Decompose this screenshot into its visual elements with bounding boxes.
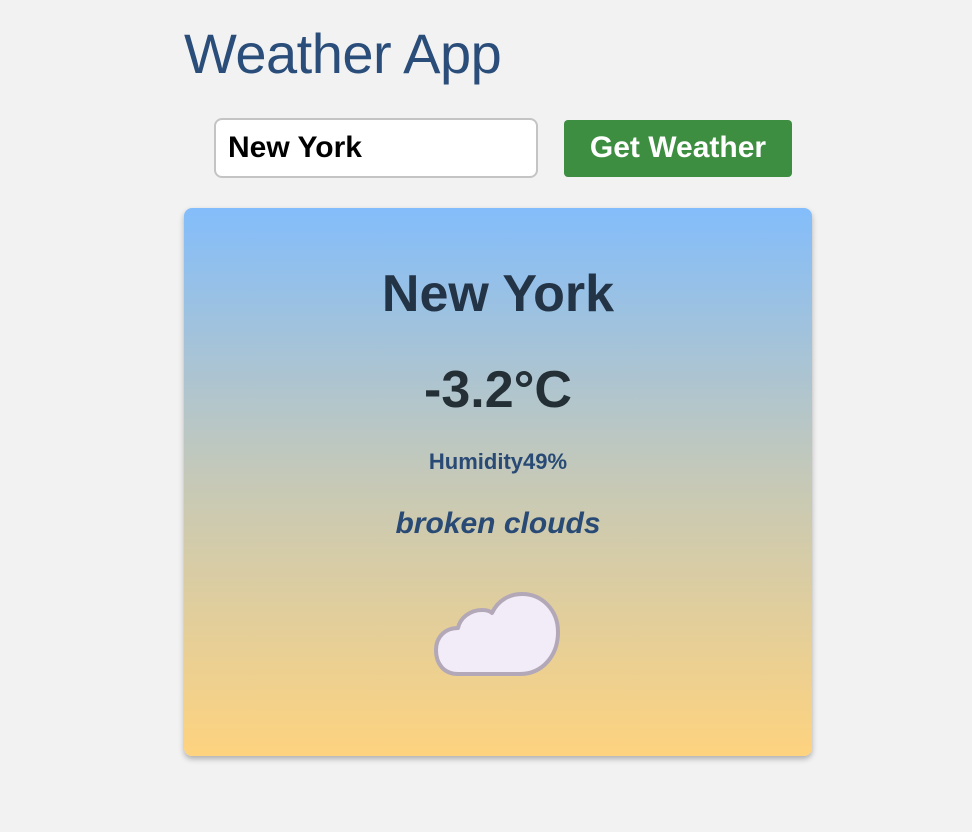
cloud-icon <box>434 592 560 676</box>
humidity-label: Humidity <box>428 449 524 474</box>
weather-description: broken clouds <box>395 507 601 540</box>
weather-card: New York -3.2°C Humidity49% broken cloud… <box>184 208 812 756</box>
city-name: New York <box>381 265 615 323</box>
search-bar: Get Weather <box>214 118 792 178</box>
weather-app: Weather App Get Weather New York -3.2°C … <box>0 0 972 832</box>
app-title: Weather App <box>184 22 502 85</box>
humidity-value: 49% <box>523 449 568 474</box>
get-weather-button[interactable]: Get Weather <box>564 119 792 177</box>
temperature: -3.2°C <box>424 361 572 419</box>
humidity: Humidity49% <box>184 448 812 476</box>
city-input[interactable] <box>214 118 538 178</box>
